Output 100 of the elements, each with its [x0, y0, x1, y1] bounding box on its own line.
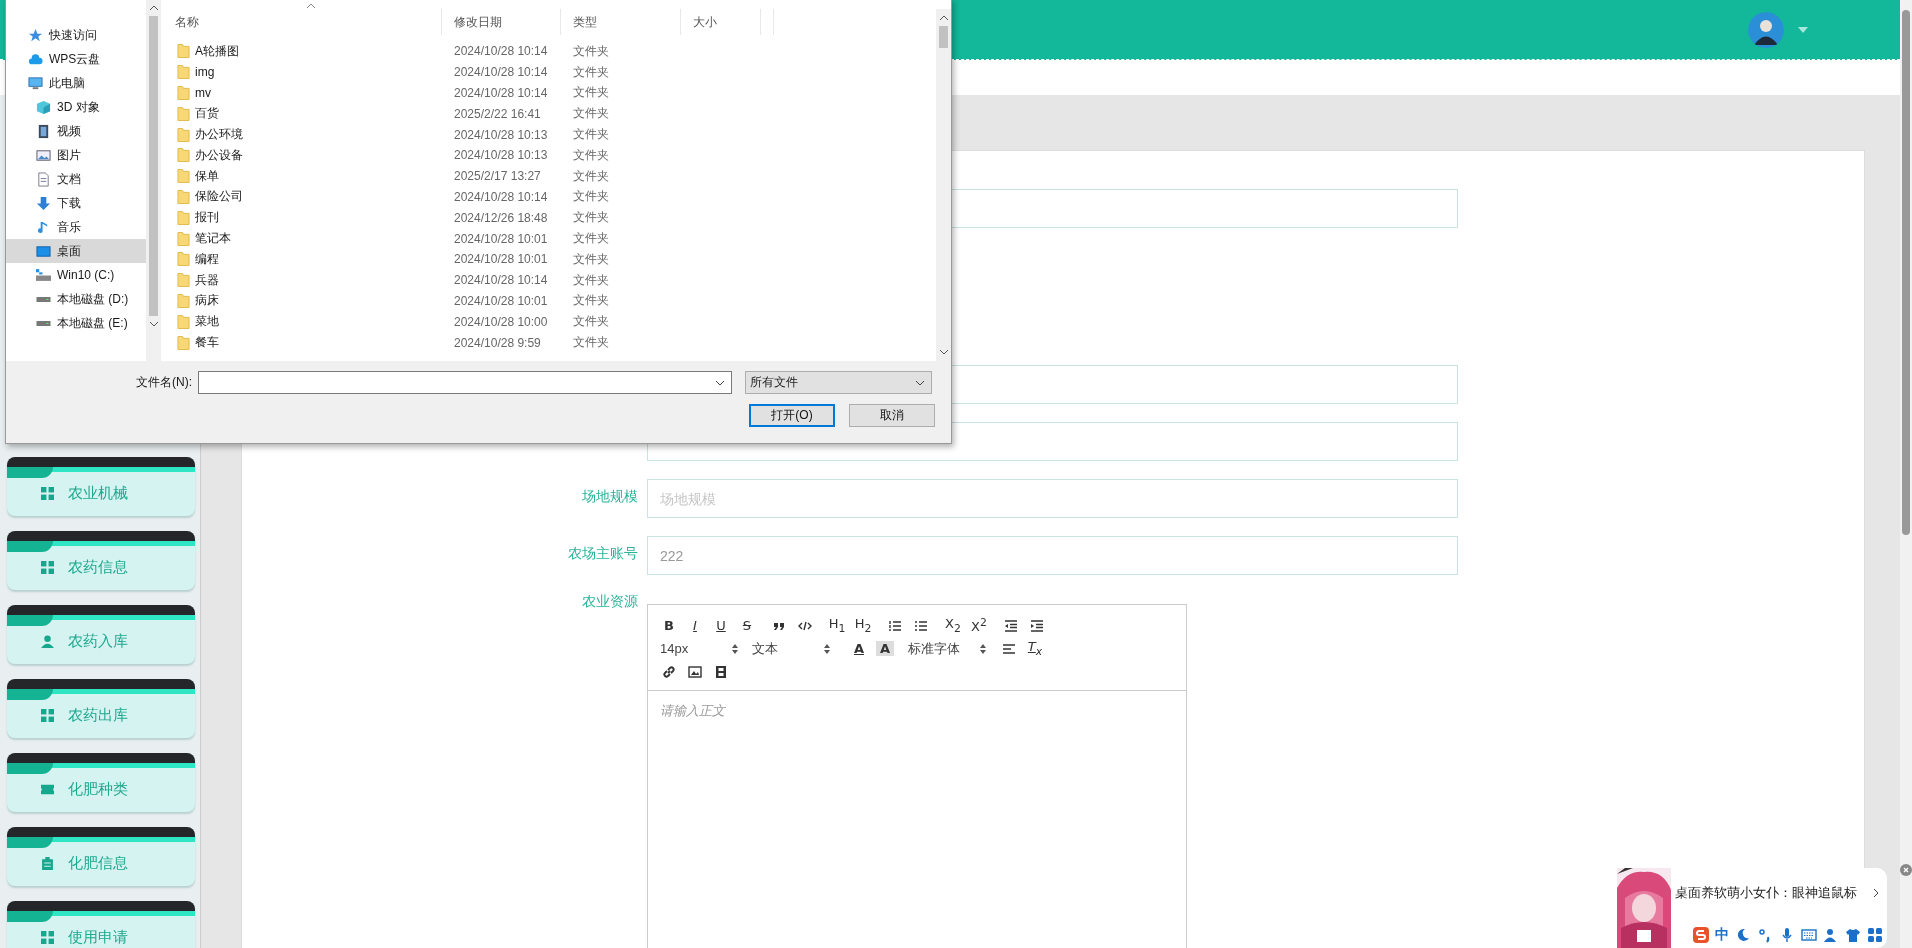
field-label: 农业资源 [582, 593, 638, 609]
chevron-down-icon[interactable] [715, 379, 725, 386]
scroll-down-icon[interactable] [939, 350, 948, 355]
nav-item[interactable]: 下载 [6, 191, 146, 215]
person-icon [41, 635, 54, 648]
file-row[interactable]: 编程 2024/10/28 10:01 文件夹 [163, 248, 935, 270]
script-button[interactable]: X$_{2}$ [944, 616, 962, 635]
keyboard-icon[interactable] [1801, 927, 1817, 943]
column-header[interactable]: 大小 [681, 9, 761, 35]
modified-date: 2025/2/17 13:27 [453, 169, 542, 184]
modified-date: 2024/10/28 10:00 [453, 314, 549, 329]
film-icon[interactable] [714, 664, 728, 679]
close-icon[interactable] [1900, 864, 1912, 876]
file-row[interactable]: 报刊 2024/12/26 18:48 文件夹 [163, 207, 935, 229]
indent-icon[interactable] [1030, 618, 1044, 633]
file-name: 保险公司 [195, 188, 243, 206]
moon-icon[interactable] [1735, 927, 1751, 943]
file-row[interactable]: 餐车 2024/10/28 9:59 文件夹 [163, 332, 935, 353]
image-icon[interactable] [688, 664, 702, 679]
field-label: 场地规模 [582, 488, 638, 504]
file-row[interactable]: 菜地 2024/10/28 10:00 文件夹 [163, 311, 935, 333]
link-icon[interactable] [662, 664, 676, 679]
s-logo-icon[interactable] [1693, 927, 1709, 943]
nav-item[interactable]: WPS云盘 [6, 47, 146, 71]
nav-item[interactable]: 音乐 [6, 215, 146, 239]
file-row[interactable]: A轮播图 2024/10/28 10:14 文件夹 [163, 41, 935, 62]
nav-item[interactable]: 此电脑 [6, 71, 146, 95]
align-icon[interactable] [1002, 641, 1016, 656]
toolbar-select[interactable]: 文本 [752, 639, 836, 658]
clear-format-button[interactable]: T$_{x}$ [1026, 639, 1044, 658]
scrollbar[interactable] [1900, 0, 1912, 948]
file-name: 百货 [195, 105, 219, 123]
file-row[interactable]: 办公设备 2024/10/28 10:13 文件夹 [163, 145, 935, 166]
scrollbar[interactable] [936, 9, 951, 361]
scroll-up-icon[interactable] [149, 5, 158, 10]
toolbar-select[interactable]: 14px [660, 641, 744, 656]
italic-button[interactable]: I [686, 618, 704, 633]
chevron-right-icon[interactable] [1873, 888, 1879, 898]
picture-icon [36, 147, 51, 163]
nav-item[interactable]: 桌面 [6, 239, 146, 263]
nav-item[interactable]: 文档 [6, 167, 146, 191]
text-color-button[interactable]: A [850, 641, 868, 656]
scroll-up-icon[interactable] [939, 15, 948, 20]
chevron-down-icon [915, 379, 925, 386]
file-type-dropdown[interactable]: 所有文件 [745, 371, 932, 394]
shirt-icon[interactable] [1845, 927, 1861, 943]
file-type: 文件夹 [572, 146, 610, 164]
heading-button[interactable]: H$_{1}$ [828, 616, 846, 635]
background-color-button[interactable]: A [876, 641, 894, 656]
file-type: 文件夹 [572, 334, 610, 352]
nav-item[interactable]: Win10 (C:) [6, 263, 146, 287]
file-name: 办公设备 [195, 146, 243, 164]
bullet-list-icon[interactable] [914, 618, 928, 633]
strikethrough-button[interactable]: S [738, 618, 756, 633]
folder-icon [177, 85, 190, 101]
file-row[interactable]: 保单 2025/2/17 13:27 文件夹 [163, 165, 935, 187]
toolbar-select[interactable]: 标准字体 [908, 639, 992, 658]
bold-button[interactable]: B [660, 618, 678, 633]
file-name-label: 文件名(N): [135, 374, 192, 391]
column-header[interactable]: 类型 [561, 9, 681, 35]
input-field[interactable]: 场地规模 [647, 479, 1458, 518]
numbered-list-icon[interactable] [888, 618, 902, 633]
file-row[interactable]: mv 2024/10/28 10:14 文件夹 [163, 82, 935, 104]
avatar[interactable] [1748, 11, 1784, 48]
outdent-icon[interactable] [1004, 618, 1018, 633]
scroll-down-icon[interactable] [149, 322, 158, 327]
folder-icon [177, 334, 190, 351]
nav-item[interactable]: 视频 [6, 119, 146, 143]
input-mode-toggle[interactable]: 中 [1715, 926, 1729, 944]
nav-item[interactable]: 本地磁盘 (E:) [6, 311, 146, 335]
file-row[interactable]: 办公环境 2024/10/28 10:13 文件夹 [163, 124, 935, 145]
modified-date: 2024/12/26 18:48 [453, 210, 549, 225]
ticket-icon [41, 783, 54, 796]
column-header[interactable]: 修改日期 [442, 9, 561, 35]
file-row[interactable]: img 2024/10/28 10:14 文件夹 [163, 61, 935, 83]
file-row[interactable]: 兵器 2024/10/28 10:14 文件夹 [163, 269, 935, 291]
file-name: A轮播图 [195, 42, 239, 60]
cancel-button[interactable]: 取消 [849, 404, 935, 427]
grid-icon[interactable] [1867, 927, 1883, 943]
file-name-field[interactable] [198, 371, 732, 394]
file-type: 文件夹 [572, 188, 610, 206]
underline-button[interactable]: U [712, 618, 730, 633]
file-row[interactable]: 百货 2025/2/22 16:41 文件夹 [163, 103, 935, 125]
modified-date: 2024/10/28 10:01 [453, 252, 549, 267]
scrollbar[interactable] [146, 0, 161, 361]
nav-item[interactable]: 本地磁盘 (D:) [6, 287, 146, 311]
nav-item[interactable]: 快速访问 [6, 23, 146, 47]
scroll-thumb[interactable] [939, 26, 948, 48]
folder-icon [177, 168, 190, 185]
nav-item[interactable]: 3D 对象 [6, 95, 146, 119]
scroll-thumb[interactable] [149, 16, 158, 316]
open-button[interactable]: 打开(O) [749, 404, 835, 427]
file-row[interactable]: 笔记本 2024/10/28 10:01 文件夹 [163, 228, 935, 249]
person-icon[interactable] [1823, 927, 1839, 943]
file-row[interactable]: 保险公司 2024/10/28 10:14 文件夹 [163, 186, 935, 208]
column-header[interactable]: 名称 [163, 9, 442, 35]
heading-button[interactable]: H$_{2}$ [854, 616, 872, 635]
script-button[interactable]: X$^{2}$ [970, 616, 988, 635]
nav-item[interactable]: 图片 [6, 143, 146, 167]
file-row[interactable]: 病床 2024/10/28 10:01 文件夹 [163, 290, 935, 312]
